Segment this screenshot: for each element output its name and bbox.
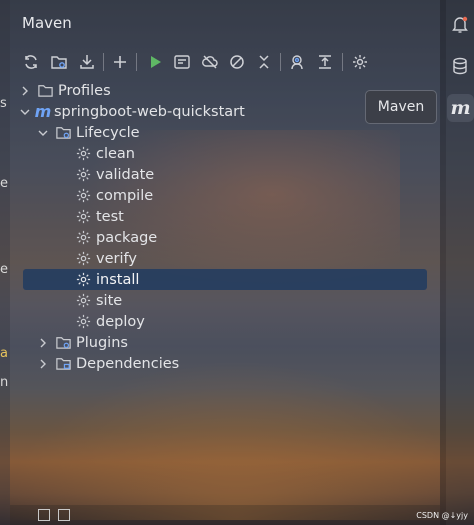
show-dependencies-icon[interactable]	[286, 50, 308, 74]
gear-icon	[74, 292, 92, 310]
chevron-down-icon[interactable]	[36, 128, 50, 138]
run-icon[interactable]	[144, 50, 166, 74]
goal-item[interactable]: package	[74, 227, 157, 248]
gear-icon	[74, 271, 92, 289]
gear-icon	[74, 250, 92, 268]
tooltip: Maven	[365, 90, 437, 124]
goal-label: compile	[96, 187, 154, 204]
expand-icon[interactable]	[314, 50, 336, 74]
chevron-right-icon[interactable]	[36, 359, 50, 369]
goal-label: site	[96, 292, 123, 309]
tree-node-label: springboot-web-quickstart	[54, 103, 245, 120]
gear-icon	[74, 208, 92, 226]
goal-item[interactable]: site	[74, 290, 122, 311]
tree-node-label: Profiles	[58, 82, 111, 99]
maven-project-icon: m	[34, 102, 52, 121]
notifications-bell-icon[interactable]	[446, 10, 474, 38]
toolbar-separator	[103, 53, 104, 71]
tree-node-plugins[interactable]: Plugins	[36, 332, 128, 353]
tree-node-lifecycle[interactable]: Lifecycle	[36, 122, 140, 143]
execute-goal-icon[interactable]	[171, 50, 193, 74]
tree-node-label: Dependencies	[76, 355, 180, 372]
toolbar-separator	[136, 53, 137, 71]
goal-item[interactable]: test	[74, 206, 124, 227]
folder-icon	[36, 82, 54, 100]
chevron-right-icon[interactable]	[18, 86, 32, 96]
goal-label: deploy	[96, 313, 145, 330]
gear-icon	[74, 166, 92, 184]
chevron-down-icon[interactable]	[18, 107, 32, 117]
toolbar-separator	[280, 53, 281, 71]
reload-icon[interactable]	[20, 50, 42, 74]
gear-icon	[74, 145, 92, 163]
left-edge-text: e	[0, 176, 8, 191]
gear-icon	[74, 187, 92, 205]
gear-icon	[74, 313, 92, 331]
goal-label: validate	[96, 166, 155, 183]
tree-node-label: Plugins	[76, 334, 128, 351]
goal-item[interactable]: verify	[74, 248, 137, 269]
toolbar-separator	[342, 53, 343, 71]
chevron-right-icon[interactable]	[36, 338, 50, 348]
left-edge-text: a	[0, 346, 8, 361]
settings-icon[interactable]	[349, 50, 371, 74]
plugins-folder-icon	[54, 334, 72, 352]
goal-label: test	[96, 208, 124, 225]
skip-tests-icon[interactable]	[226, 50, 248, 74]
square-icon[interactable]	[38, 509, 50, 521]
dependencies-folder-icon	[54, 355, 72, 373]
database-icon[interactable]	[446, 52, 474, 80]
square-icon[interactable]	[58, 509, 70, 521]
maven-toolwindow-icon[interactable]: m	[447, 94, 474, 122]
goal-item[interactable]: clean	[74, 143, 135, 164]
generate-sources-icon[interactable]	[48, 50, 70, 74]
goal-label: package	[96, 229, 158, 246]
left-edge-text: s	[0, 96, 7, 111]
add-icon[interactable]	[109, 50, 131, 74]
goal-item-selected[interactable]: install	[74, 269, 139, 290]
goal-label: verify	[96, 250, 137, 267]
tree-node-dependencies[interactable]: Dependencies	[36, 353, 179, 374]
panel-title: Maven	[22, 14, 72, 32]
tree-node-profiles[interactable]: Profiles	[18, 80, 111, 101]
download-icon[interactable]	[76, 50, 98, 74]
goal-label: clean	[96, 145, 135, 162]
collapse-icon[interactable]	[253, 50, 275, 74]
tree-node-project[interactable]: m springboot-web-quickstart	[18, 101, 245, 122]
goal-item[interactable]: compile	[74, 185, 153, 206]
goal-label: install	[96, 271, 140, 288]
lifecycle-folder-icon	[54, 124, 72, 142]
goal-item[interactable]: deploy	[74, 311, 145, 332]
left-edge-text: e	[0, 262, 8, 277]
tree-node-label: Lifecycle	[76, 124, 140, 141]
bottom-bar	[10, 505, 440, 525]
watermark: CSDN @↓yjy	[416, 511, 468, 520]
offline-mode-icon[interactable]	[199, 50, 221, 74]
left-edge-text: n	[0, 375, 9, 390]
maven-toolbar	[18, 50, 418, 76]
goal-item[interactable]: validate	[74, 164, 154, 185]
gear-icon	[74, 229, 92, 247]
